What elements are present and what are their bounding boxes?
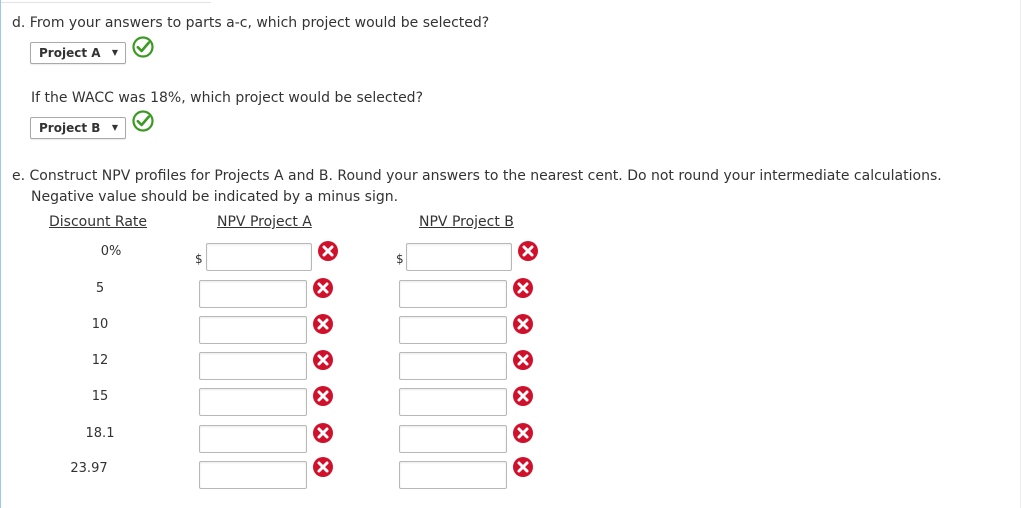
wacc-question: If the WACC was 18%, which project would… (31, 90, 423, 106)
x-circle-icon (313, 350, 333, 370)
project-select-value: Project A (39, 46, 101, 60)
npv-a-input[interactable] (199, 461, 307, 489)
discount-rate-cell: 0% (100, 244, 122, 259)
x-circle-icon (513, 457, 533, 477)
x-circle-icon (513, 314, 533, 334)
x-circle-icon (318, 241, 338, 261)
currency-symbol: $ (195, 252, 203, 266)
part-e-instruction: e. Construct NPV profiles for Projects A… (12, 168, 942, 184)
dropdown-arrow-icon: ▼ (111, 123, 118, 132)
part-e-instruction-note: Negative value should be indicated by a … (31, 189, 399, 205)
x-circle-icon (513, 386, 533, 406)
project-select-dropdown[interactable]: Project A ▼ (30, 42, 126, 64)
part-d-question: d. From your answers to parts a-c, which… (12, 15, 490, 31)
x-circle-icon (313, 423, 333, 443)
check-circle-icon (132, 36, 154, 58)
discount-rate-cell: 15 (91, 389, 109, 404)
wacc-project-select-value: Project B (39, 121, 101, 135)
npv-a-input[interactable] (206, 243, 312, 271)
x-circle-icon (313, 314, 333, 334)
npv-a-input[interactable] (199, 388, 307, 416)
header-discount-rate: Discount Rate (49, 214, 148, 230)
x-circle-icon (313, 278, 333, 298)
x-circle-icon (518, 241, 538, 261)
header-npv-project-b: NPV Project B (419, 214, 514, 230)
npv-a-input[interactable] (199, 280, 307, 308)
npv-b-input[interactable] (399, 352, 507, 380)
npv-b-input[interactable] (399, 280, 507, 308)
x-circle-icon (513, 350, 533, 370)
discount-rate-cell: 18.1 (85, 426, 115, 441)
x-circle-icon (313, 457, 333, 477)
npv-b-input[interactable] (399, 461, 507, 489)
currency-symbol: $ (396, 252, 404, 266)
question-page: d. From your answers to parts a-c, which… (0, 0, 1024, 508)
x-circle-icon (513, 278, 533, 298)
npv-a-input[interactable] (199, 352, 307, 380)
discount-rate-cell: 10 (91, 317, 109, 332)
wacc-project-select-dropdown[interactable]: Project B ▼ (30, 117, 126, 139)
check-circle-icon (132, 110, 154, 132)
header-npv-project-a: NPV Project A (217, 214, 312, 230)
dropdown-arrow-icon: ▼ (111, 48, 118, 57)
divider (1020, 0, 1021, 508)
discount-rate-cell: 5 (95, 281, 105, 296)
npv-b-input[interactable] (399, 388, 507, 416)
divider (1, 2, 211, 3)
discount-rate-cell: 12 (91, 353, 109, 368)
npv-b-input[interactable] (399, 425, 507, 453)
npv-b-input[interactable] (399, 316, 507, 344)
npv-a-input[interactable] (199, 316, 307, 344)
discount-rate-cell: 23.97 (70, 461, 108, 476)
npv-a-input[interactable] (199, 425, 307, 453)
x-circle-icon (313, 386, 333, 406)
npv-b-input[interactable] (406, 243, 512, 271)
x-circle-icon (513, 423, 533, 443)
